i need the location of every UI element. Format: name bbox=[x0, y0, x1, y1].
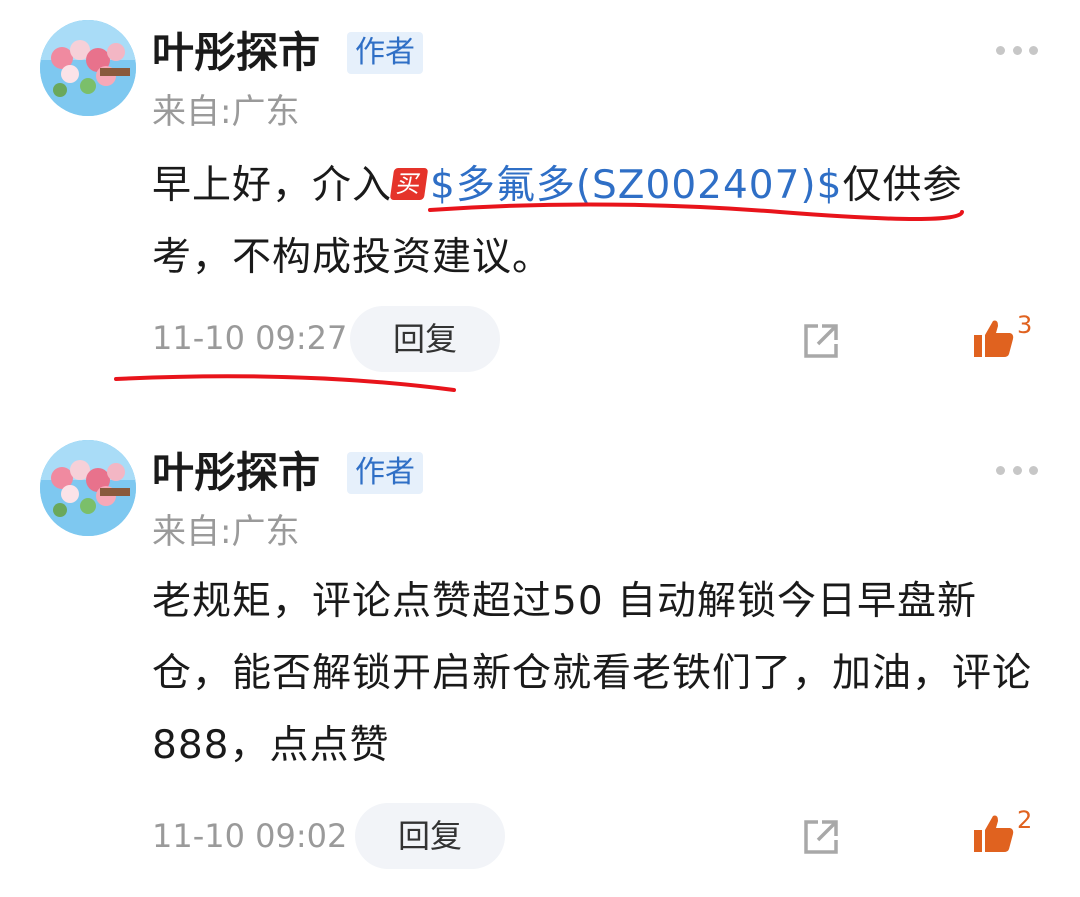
author-badge: 作者 bbox=[347, 452, 423, 494]
stock-link[interactable]: $多氟多(SZ002407)$ bbox=[430, 163, 842, 208]
thumbs-up-icon[interactable] bbox=[972, 812, 1016, 854]
comment-text: 早上好，介入买 $多氟多(SZ002407)$仅供参考，不构成投资建议。 bbox=[152, 150, 1032, 294]
more-icon[interactable] bbox=[996, 42, 1038, 58]
comment-text: 老规矩，评论点赞超过50 自动解锁今日早盘新仓，能否解锁开启新仓就看老铁们了，加… bbox=[152, 579, 1033, 768]
comment-text-before: 早上好，介入 bbox=[152, 163, 393, 208]
share-icon[interactable] bbox=[800, 320, 842, 362]
avatar-image bbox=[40, 20, 136, 116]
avatar[interactable] bbox=[40, 440, 136, 536]
comment-time: 11-10 09:27 bbox=[152, 319, 348, 357]
thumbs-up-icon[interactable] bbox=[972, 317, 1016, 359]
avatar-image bbox=[40, 440, 136, 536]
avatar[interactable] bbox=[40, 20, 136, 116]
reply-button[interactable]: 回复 bbox=[350, 306, 500, 372]
like-count: 2 bbox=[1017, 806, 1033, 834]
more-icon[interactable] bbox=[996, 462, 1038, 478]
buy-badge-icon: 买 bbox=[389, 168, 429, 200]
location-label: 来自:广东 bbox=[152, 92, 300, 132]
author-name[interactable]: 叶彤探市 bbox=[152, 448, 320, 498]
like-count: 3 bbox=[1017, 311, 1033, 339]
reply-button[interactable]: 回复 bbox=[355, 803, 505, 869]
comment-item: 叶彤探市 作者 来自:广东 早上好，介入买 $多氟多(SZ002407)$仅供参考… bbox=[0, 0, 1080, 420]
author-name[interactable]: 叶彤探市 bbox=[152, 28, 320, 78]
author-badge: 作者 bbox=[347, 32, 423, 74]
share-icon[interactable] bbox=[800, 816, 842, 858]
comment-time: 11-10 09:02 bbox=[152, 817, 348, 855]
location-label: 来自:广东 bbox=[152, 512, 300, 552]
